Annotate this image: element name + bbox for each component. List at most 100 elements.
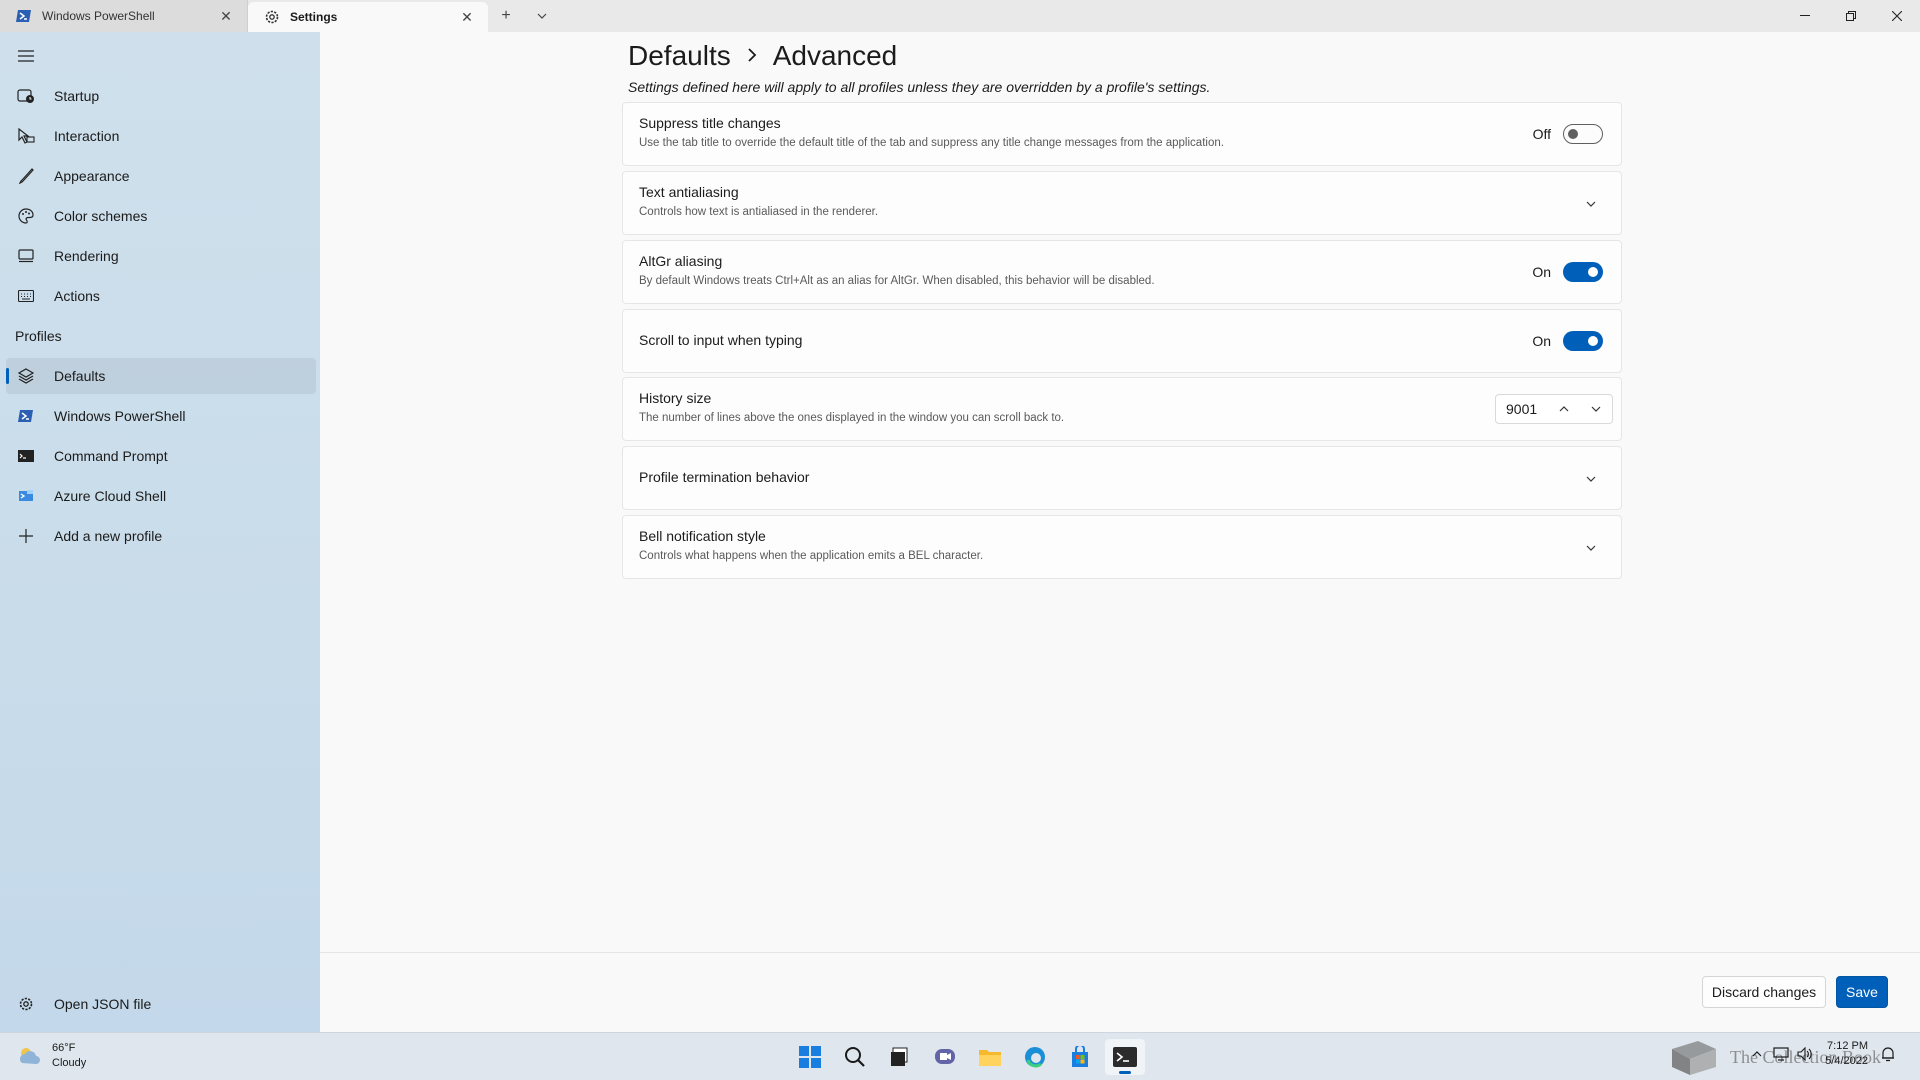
footer-divider: [320, 952, 1920, 953]
cloud-icon: [16, 1043, 42, 1069]
setting-bell-notification-style[interactable]: Bell notification style Controls what ha…: [622, 515, 1622, 579]
interaction-icon: [16, 126, 36, 146]
sidebar-item-defaults[interactable]: Defaults: [6, 358, 316, 394]
taskbar-apps: [790, 1039, 1150, 1075]
toggle-state-label: On: [1532, 333, 1551, 349]
setting-description: By default Windows treats Ctrl+Alt as an…: [639, 275, 1155, 287]
discard-changes-button[interactable]: Discard changes: [1702, 976, 1826, 1008]
volume-icon[interactable]: [1793, 1042, 1817, 1066]
tab-windows-powershell[interactable]: Windows PowerShell ✕: [0, 0, 248, 32]
setting-suppress-title-changes: Suppress title changes Use the tab title…: [622, 102, 1622, 166]
sidebar-item-label: Rendering: [54, 248, 119, 264]
sidebar-item-azure-cloud-shell[interactable]: Azure Cloud Shell: [6, 478, 316, 514]
breadcrumb-parent[interactable]: Defaults: [628, 40, 731, 72]
setting-title: Scroll to input when typing: [639, 332, 803, 348]
setting-text-antialiasing[interactable]: Text antialiasing Controls how text is a…: [622, 171, 1622, 235]
toggle-group: On: [1532, 262, 1603, 282]
network-icon[interactable]: [1769, 1042, 1793, 1066]
setting-title: Bell notification style: [639, 528, 766, 544]
clock-date: 5/4/2022: [1825, 1055, 1868, 1067]
tab-label: Windows PowerShell: [42, 9, 155, 23]
open-json-file-button[interactable]: Open JSON file: [6, 986, 316, 1022]
file-explorer-icon[interactable]: [970, 1039, 1010, 1075]
breadcrumb-chevron-icon: [747, 45, 757, 68]
chevron-up-icon[interactable]: [1745, 1042, 1769, 1066]
title-bar: Windows PowerShell ✕ Settings ✕ +: [0, 0, 1920, 32]
setting-title: AltGr aliasing: [639, 253, 723, 269]
search-icon[interactable]: [835, 1039, 875, 1075]
toggle-state-label: Off: [1532, 126, 1551, 142]
toggle-group: Off: [1533, 124, 1603, 144]
notification-icon[interactable]: [1876, 1042, 1900, 1066]
weather-condition: Cloudy: [52, 1057, 87, 1069]
task-view-icon[interactable]: [880, 1039, 920, 1075]
book-icon: [1672, 1041, 1716, 1075]
scroll-to-input-toggle[interactable]: [1563, 331, 1603, 351]
sidebar-item-label: Command Prompt: [54, 448, 168, 464]
taskbar: 66°F Cloudy The Collection Book 7:12 PM …: [0, 1032, 1920, 1080]
setting-title: Profile termination behavior: [639, 469, 810, 485]
chevron-up-icon[interactable]: [1548, 395, 1580, 423]
sidebar-item-label: Add a new profile: [54, 528, 163, 544]
altgr-aliasing-toggle[interactable]: [1563, 262, 1603, 282]
microsoft-store-icon[interactable]: [1060, 1039, 1100, 1075]
sidebar-item-actions[interactable]: Actions: [6, 278, 316, 314]
sidebar-item-color-schemes[interactable]: Color schemes: [6, 198, 316, 234]
sidebar-item-label: Defaults: [54, 368, 106, 384]
history-size-number-box[interactable]: 9001: [1495, 394, 1613, 424]
setting-altgr-aliasing: AltGr aliasing By default Windows treats…: [622, 240, 1622, 304]
maximize-icon[interactable]: [1828, 0, 1874, 32]
sidebar-item-label: Azure Cloud Shell: [54, 488, 167, 504]
weather-text: 66°F Cloudy: [52, 1041, 86, 1071]
chevron-down-icon[interactable]: [1583, 196, 1599, 212]
sidebar-item-label: Actions: [54, 288, 100, 304]
sidebar-item-label: Color schemes: [54, 208, 148, 224]
windows-start-icon[interactable]: [790, 1039, 830, 1075]
sidebar-item-windows-powershell[interactable]: Windows PowerShell: [6, 398, 316, 434]
weather-widget[interactable]: 66°F Cloudy: [16, 1041, 86, 1071]
layers-icon: [16, 366, 36, 386]
tab-dropdown-chevron-icon[interactable]: [524, 0, 560, 32]
setting-description: Controls how text is antialiased in the …: [639, 206, 879, 218]
tab-settings[interactable]: Settings ✕: [248, 2, 488, 32]
edge-browser-icon[interactable]: [1015, 1039, 1055, 1075]
toggle-knob: [1588, 267, 1598, 277]
chevron-down-icon[interactable]: [1583, 471, 1599, 487]
system-tray: 7:12 PM 5/4/2022: [1745, 1039, 1900, 1069]
setting-profile-termination-behavior[interactable]: Profile termination behavior: [622, 446, 1622, 510]
sidebar-item-rendering[interactable]: Rendering: [6, 238, 316, 274]
setting-title: History size: [639, 390, 712, 406]
breadcrumb: Defaults Advanced: [628, 40, 897, 72]
clock[interactable]: 7:12 PM 5/4/2022: [1825, 1039, 1868, 1069]
sidebar-item-label: Appearance: [54, 168, 130, 184]
save-button[interactable]: Save: [1836, 976, 1888, 1008]
sidebar-item-command-prompt[interactable]: Command Prompt: [6, 438, 316, 474]
close-window-icon[interactable]: [1874, 0, 1920, 32]
powershell-icon: [16, 8, 32, 24]
powershell-icon: [16, 406, 36, 426]
setting-history-size: History size The number of lines above t…: [622, 377, 1622, 441]
history-size-value[interactable]: 9001: [1506, 401, 1548, 417]
minimize-icon[interactable]: [1782, 0, 1828, 32]
sidebar-item-appearance[interactable]: Appearance: [6, 158, 316, 194]
sidebar-item-startup[interactable]: Startup: [6, 78, 316, 114]
sidebar-item-add-new-profile[interactable]: Add a new profile: [6, 518, 316, 554]
close-tab-icon[interactable]: ✕: [456, 6, 478, 28]
toggle-knob: [1588, 336, 1598, 346]
new-tab-plus-icon[interactable]: +: [488, 0, 524, 32]
terminal-icon[interactable]: [1105, 1039, 1145, 1075]
chat-icon[interactable]: [925, 1039, 965, 1075]
cmd-icon: [16, 446, 36, 466]
startup-icon: [16, 86, 36, 106]
chevron-down-icon[interactable]: [1580, 395, 1612, 423]
sidebar-item-interaction[interactable]: Interaction: [6, 118, 316, 154]
gear-icon: [16, 994, 36, 1014]
close-tab-icon[interactable]: ✕: [215, 5, 237, 27]
suppress-title-toggle[interactable]: [1563, 124, 1603, 144]
window-controls: [1782, 0, 1920, 32]
setting-scroll-to-input: Scroll to input when typing On: [622, 309, 1622, 373]
page-subtitle: Settings defined here will apply to all …: [628, 79, 1211, 95]
chevron-down-icon[interactable]: [1583, 540, 1599, 556]
hamburger-menu-button[interactable]: [6, 38, 316, 74]
palette-icon: [16, 206, 36, 226]
